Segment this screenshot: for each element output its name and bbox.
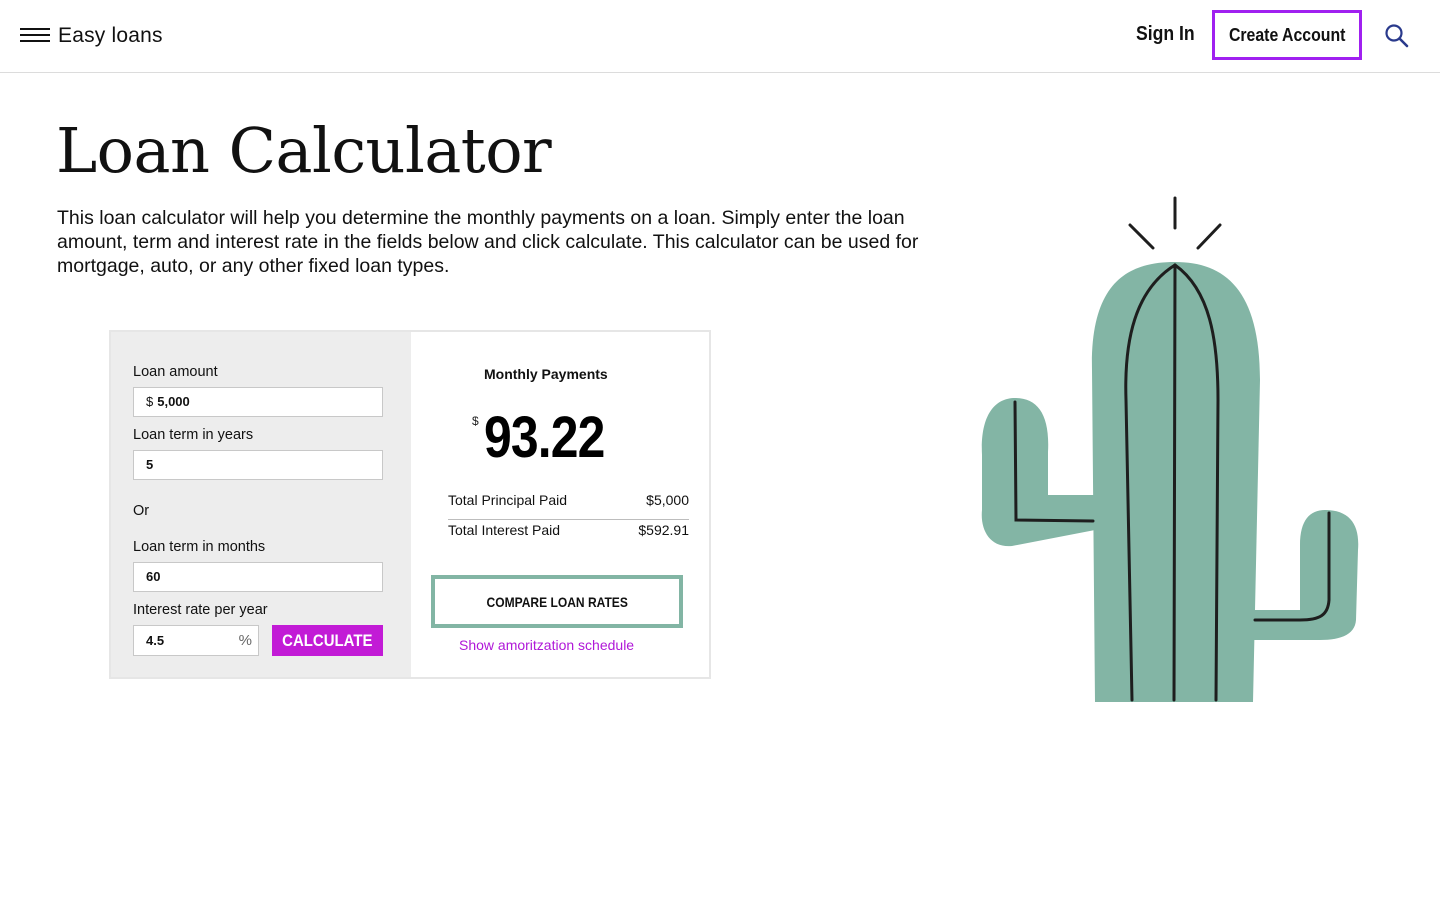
- monthly-payments-title: Monthly Payments: [484, 366, 608, 382]
- interest-row: Total Interest Paid $592.91: [448, 522, 689, 550]
- dollar-prefix: $: [146, 394, 154, 409]
- page-title: Loan Calculator: [56, 114, 552, 187]
- interest-rate-value: 4.5: [146, 633, 165, 648]
- term-years-label: Loan term in years: [133, 427, 254, 443]
- search-icon[interactable]: [1384, 23, 1410, 49]
- term-years-input[interactable]: 5: [133, 450, 383, 480]
- interest-value: $592.91: [638, 522, 689, 538]
- term-months-input[interactable]: 60: [133, 562, 383, 592]
- principal-row: Total Principal Paid $5,000: [448, 492, 689, 520]
- term-months-label: Loan term in months: [133, 539, 266, 555]
- or-label: Or: [133, 503, 150, 519]
- calculator-inputs-panel: Loan amount $5,000 Loan term in years 5 …: [111, 332, 411, 677]
- compare-loan-rates-button[interactable]: COMPARE LOAN RATES: [431, 575, 683, 628]
- term-months-value: 60: [146, 569, 161, 584]
- interest-rate-label: Interest rate per year: [133, 602, 268, 618]
- loan-calculator: Loan amount $5,000 Loan term in years 5 …: [109, 330, 711, 679]
- monthly-payment-amount: 93.22: [484, 405, 605, 470]
- calculate-button[interactable]: CALCULATE: [272, 625, 383, 656]
- amortization-schedule-link[interactable]: Show amoritzation schedule: [459, 637, 634, 653]
- currency-symbol: $: [472, 414, 479, 428]
- create-account-button[interactable]: Create Account: [1212, 10, 1362, 60]
- term-years-value: 5: [146, 457, 154, 472]
- loan-amount-value: 5,000: [157, 394, 190, 409]
- create-account-label: Create Account: [1228, 24, 1346, 45]
- calculate-label: CALCULATE: [282, 630, 373, 650]
- menu-icon[interactable]: [20, 28, 50, 44]
- top-nav: Easy loans Sign In Create Account: [0, 0, 1440, 73]
- loan-amount-label: Loan amount: [133, 364, 218, 380]
- sign-in-link[interactable]: Sign In: [1136, 23, 1195, 46]
- compare-label: COMPARE LOAN RATES: [486, 593, 628, 610]
- brand-logo-text[interactable]: Easy loans: [58, 24, 163, 48]
- cactus-illustration: [970, 190, 1370, 710]
- interest-rate-input[interactable]: 4.5%: [133, 625, 259, 656]
- loan-amount-input[interactable]: $5,000: [133, 387, 383, 417]
- percent-suffix: %: [238, 632, 252, 649]
- principal-label: Total Principal Paid: [448, 492, 568, 508]
- interest-label: Total Interest Paid: [448, 522, 561, 538]
- intro-text: This loan calculator will help you deter…: [57, 207, 919, 277]
- principal-value: $5,000: [646, 492, 689, 508]
